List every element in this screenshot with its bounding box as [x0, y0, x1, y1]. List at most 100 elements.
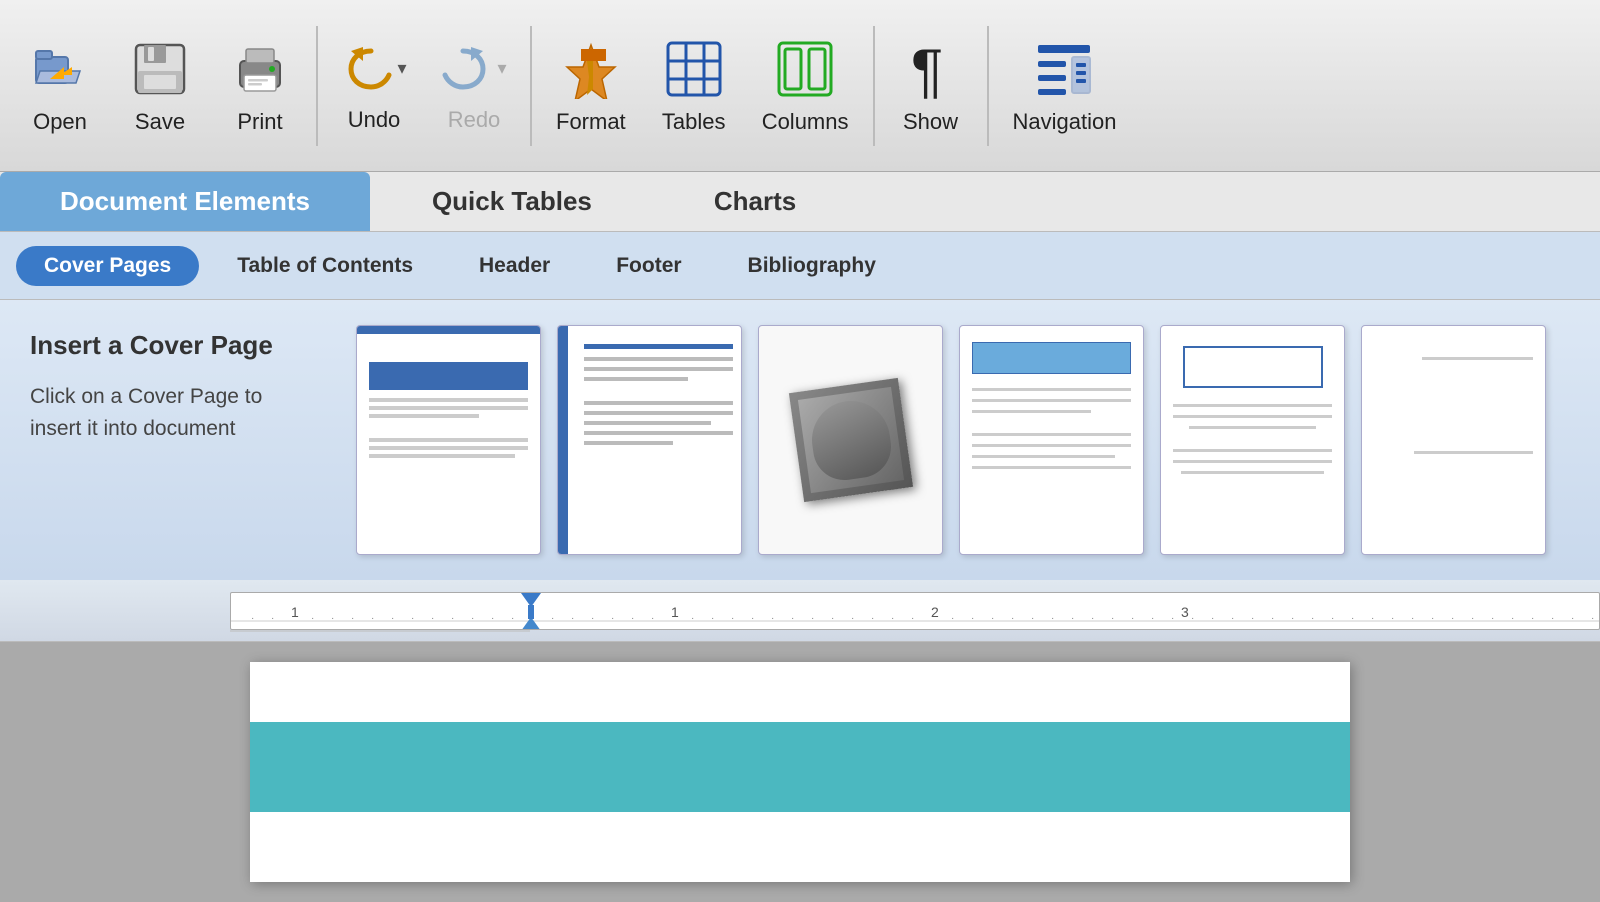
redo-arrow: ▾: [497, 58, 506, 79]
cover-page-section: Insert a Cover Page Click on a Cover Pag…: [0, 300, 1600, 580]
svg-text:·: ·: [631, 613, 634, 624]
save-button[interactable]: Save: [110, 27, 210, 145]
cover-page-thumb-2[interactable]: [557, 325, 742, 555]
svg-text:·: ·: [1211, 613, 1214, 624]
svg-text:·: ·: [1431, 613, 1434, 624]
open-icon: [28, 37, 92, 101]
svg-text:·: ·: [691, 613, 694, 624]
document-area: [0, 642, 1600, 902]
undo-arrow: ▾: [397, 58, 406, 79]
sub-tab-bibliography[interactable]: Bibliography: [720, 246, 904, 286]
svg-text:·: ·: [1491, 613, 1494, 624]
cover-page-thumbnails: [340, 300, 1600, 580]
svg-text:·: ·: [871, 613, 874, 624]
sub-tab-header[interactable]: Header: [451, 246, 578, 286]
svg-text:·: ·: [1451, 613, 1454, 624]
format-button[interactable]: Format: [538, 27, 644, 145]
svg-text:·: ·: [1551, 613, 1554, 624]
divider-2: [530, 26, 532, 146]
svg-text:·: ·: [911, 613, 914, 624]
sub-tabs: Cover Pages Table of Contents Header Foo…: [0, 232, 1600, 300]
svg-text:·: ·: [1351, 613, 1354, 624]
svg-text:2: 2: [931, 604, 939, 620]
svg-text:¶: ¶: [911, 39, 943, 99]
print-button[interactable]: Print: [210, 27, 310, 145]
cover-page-title: Insert a Cover Page: [30, 330, 310, 361]
cover-page-thumb-6[interactable]: [1361, 325, 1546, 555]
svg-text:·: ·: [711, 613, 714, 624]
svg-text:·: ·: [1571, 613, 1574, 624]
svg-text:·: ·: [1531, 613, 1534, 624]
print-label: Print: [237, 109, 282, 135]
format-icon: [559, 37, 623, 101]
svg-text:·: ·: [1071, 613, 1074, 624]
redo-button[interactable]: ▾ Redo: [424, 29, 524, 143]
svg-text:1: 1: [671, 604, 679, 620]
format-label: Format: [556, 109, 626, 135]
print-icon: [228, 37, 292, 101]
svg-text:3: 3: [1181, 604, 1189, 620]
cover-page-thumb-4[interactable]: [959, 325, 1144, 555]
tables-button[interactable]: Tables: [644, 27, 744, 145]
undo-button[interactable]: ▾ Undo: [324, 29, 424, 143]
divider-1: [316, 26, 318, 146]
svg-text:·: ·: [1511, 613, 1514, 624]
svg-text:·: ·: [1331, 613, 1334, 624]
svg-text:·: ·: [1311, 613, 1314, 624]
svg-text:·: ·: [1371, 613, 1374, 624]
undo-icon: [341, 39, 393, 99]
undo-icon-row: ▾: [341, 39, 406, 99]
svg-text:·: ·: [831, 613, 834, 624]
svg-text:1: 1: [291, 604, 299, 620]
svg-text:·: ·: [1251, 613, 1254, 624]
tab-quick-tables[interactable]: Quick Tables: [372, 172, 652, 231]
show-button[interactable]: ¶ Show: [881, 27, 981, 145]
tab-document-elements[interactable]: Document Elements: [0, 172, 370, 231]
svg-text:·: ·: [1171, 613, 1174, 624]
svg-text:·: ·: [1151, 613, 1154, 624]
svg-text:·: ·: [971, 613, 974, 624]
cover-page-thumb-3[interactable]: [758, 325, 943, 555]
cover-page-thumb-1[interactable]: [356, 325, 541, 555]
svg-text:·: ·: [811, 613, 814, 624]
svg-text:·: ·: [551, 613, 554, 624]
open-button[interactable]: Open: [10, 27, 110, 145]
divider-3: [873, 26, 875, 146]
redo-icon: [441, 39, 493, 99]
sub-tab-footer[interactable]: Footer: [588, 246, 709, 286]
svg-text:·: ·: [731, 613, 734, 624]
open-label: Open: [33, 109, 87, 135]
svg-text:·: ·: [591, 613, 594, 624]
svg-text:·: ·: [1471, 613, 1474, 624]
tab-charts[interactable]: Charts: [654, 172, 856, 231]
navigation-label: Navigation: [1013, 109, 1117, 135]
svg-text:·: ·: [1111, 613, 1114, 624]
navigation-button[interactable]: Navigation: [995, 27, 1135, 145]
svg-text:·: ·: [751, 613, 754, 624]
svg-text:·: ·: [1131, 613, 1134, 624]
svg-text:·: ·: [1271, 613, 1274, 624]
sub-tab-toc[interactable]: Table of Contents: [209, 246, 441, 286]
columns-label: Columns: [762, 109, 849, 135]
svg-text:·: ·: [1231, 613, 1234, 624]
undo-label: Undo: [348, 107, 401, 133]
columns-icon: [773, 37, 837, 101]
svg-text:·: ·: [851, 613, 854, 624]
document-teal-bar: [250, 722, 1350, 812]
columns-button[interactable]: Columns: [744, 27, 867, 145]
svg-text:·: ·: [1091, 613, 1094, 624]
tables-icon: [662, 37, 726, 101]
navigation-icon: [1032, 37, 1096, 101]
cover-page-thumb-5[interactable]: [1160, 325, 1345, 555]
ribbon-tabs: Document Elements Quick Tables Charts: [0, 172, 1600, 232]
redo-label: Redo: [448, 107, 501, 133]
toolbar: Open Save Print: [0, 0, 1600, 172]
svg-text:·: ·: [1031, 613, 1034, 624]
save-icon: [128, 37, 192, 101]
svg-text:·: ·: [651, 613, 654, 624]
svg-text:·: ·: [571, 613, 574, 624]
divider-4: [987, 26, 989, 146]
svg-text:·: ·: [1411, 613, 1414, 624]
sub-tab-cover-pages[interactable]: Cover Pages: [16, 246, 199, 286]
document-page: [250, 662, 1350, 882]
